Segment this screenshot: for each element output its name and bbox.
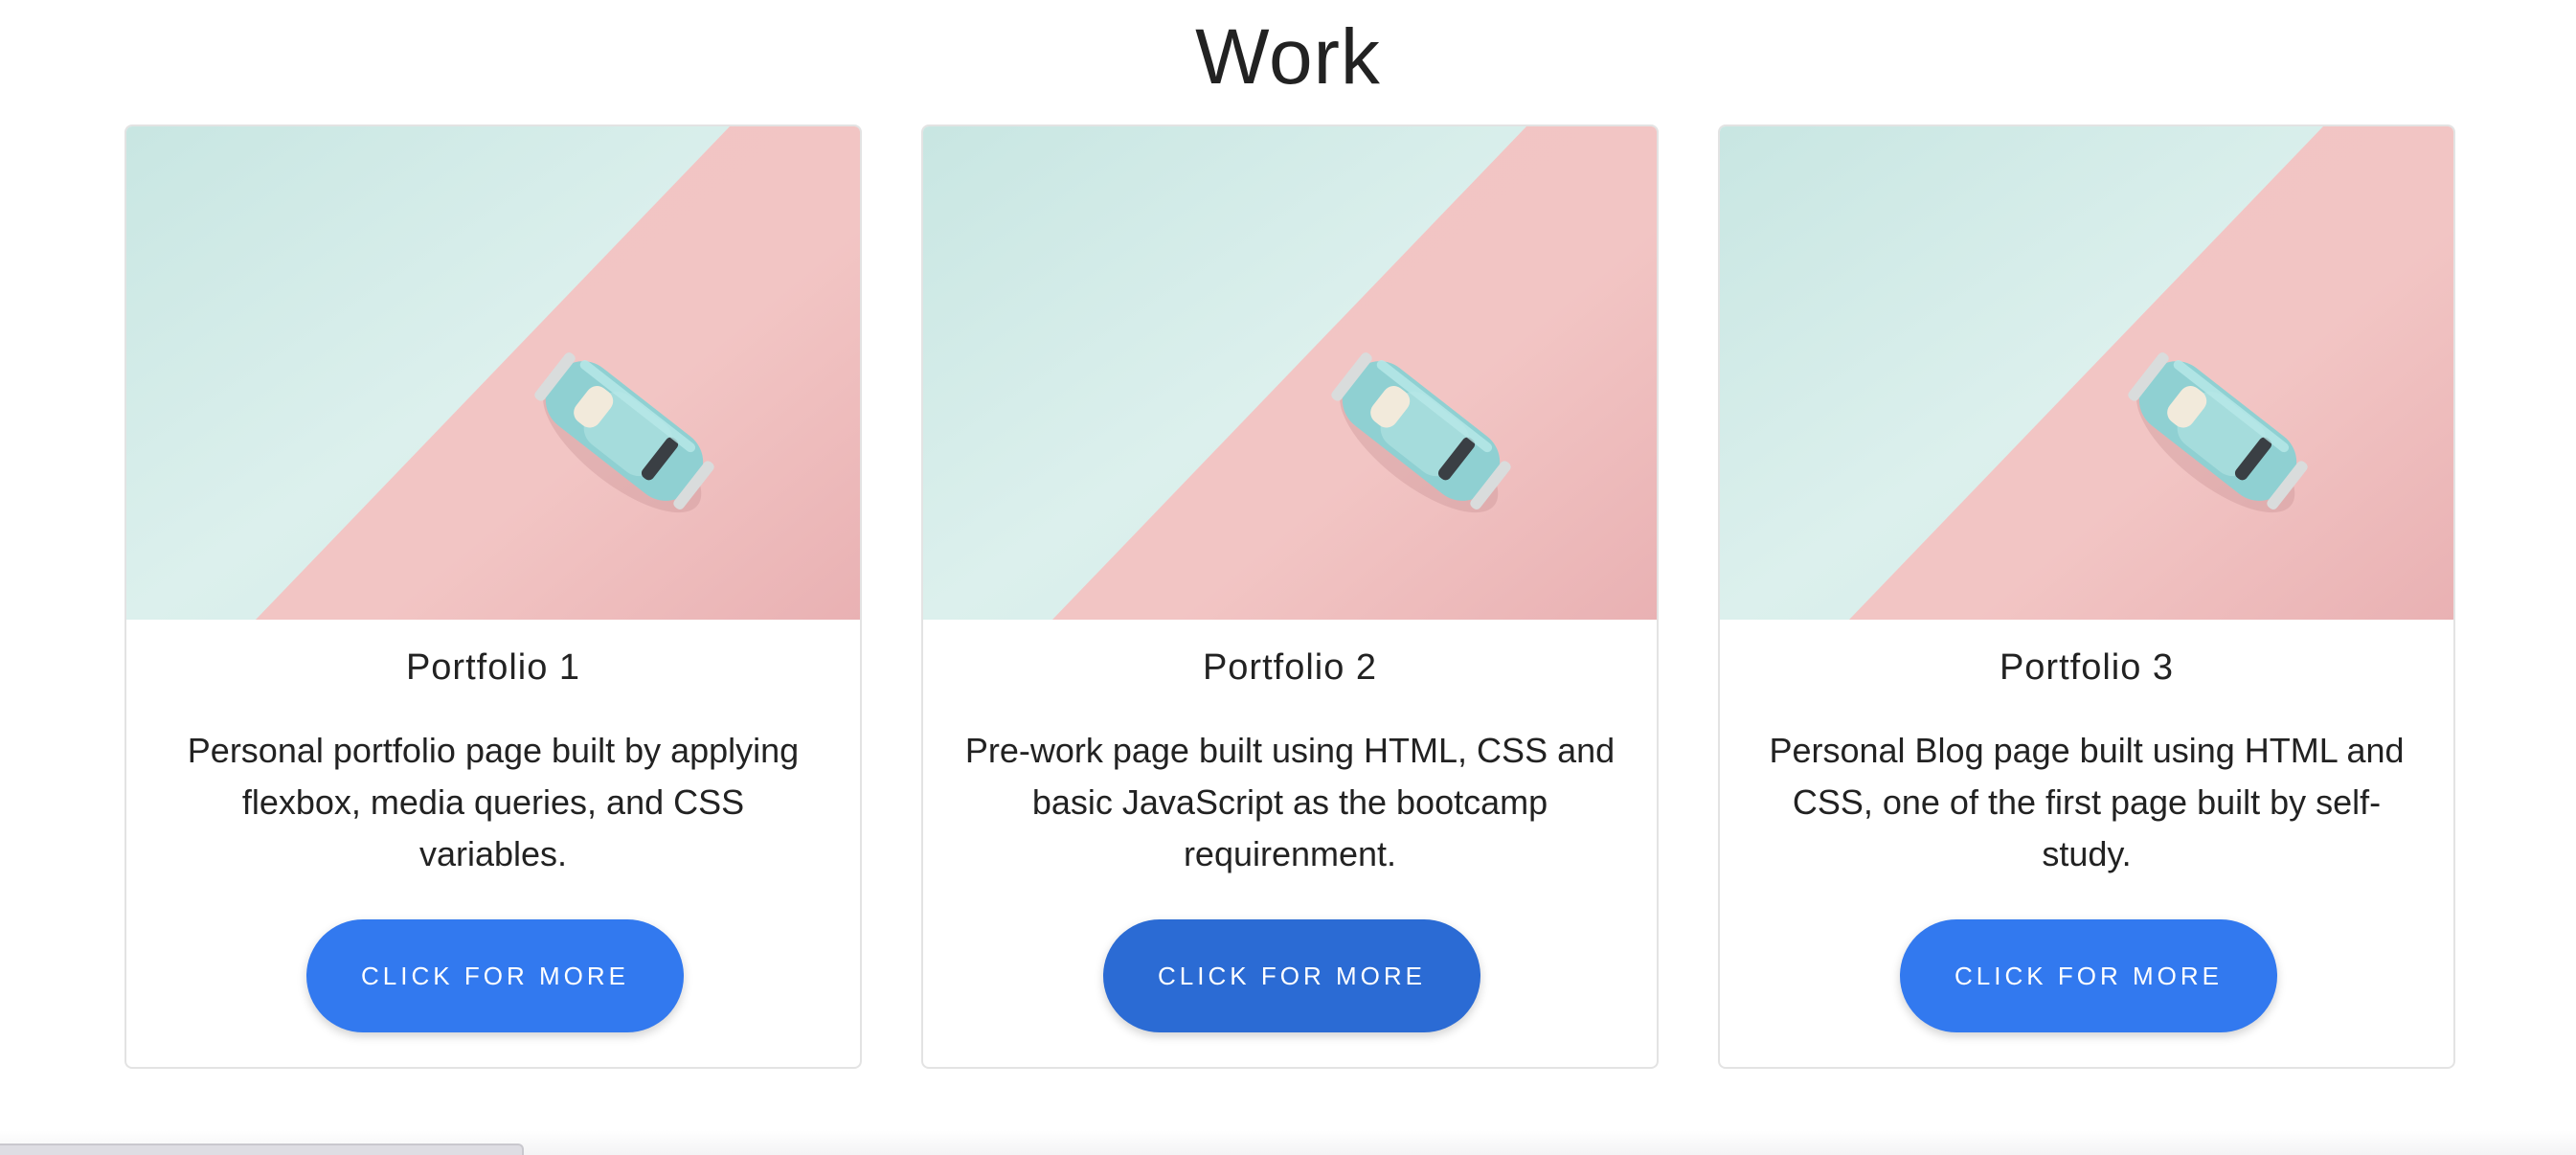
portfolio-card: Portfolio 2 Pre-work page built using HT… [921,125,1659,1069]
card-description: Personal Blog page built using HTML and … [1769,731,2405,873]
card-description: Personal portfolio page built by applyin… [187,731,800,873]
toy-car-image [923,126,1657,620]
card-title: Portfolio 3 [1999,647,2175,688]
toy-car-image [1720,126,2453,620]
click-for-more-button[interactable]: CLICK FOR MORE [306,919,684,1032]
card-description: Pre-work page built using HTML, CSS and … [964,731,1616,873]
card-title: Portfolio 2 [1202,647,1378,688]
toy-car-image [126,126,860,620]
click-for-more-button[interactable]: CLICK FOR MORE [1900,919,2277,1032]
portfolio-card-list: Portfolio 1 Personal portfolio page buil… [124,125,2457,1071]
section-title: Work [1195,13,1381,101]
portfolio-card: Portfolio 1 Personal portfolio page buil… [124,125,862,1069]
portfolio-card: Portfolio 3 Personal Blog page built usi… [1718,125,2455,1069]
browser-status-bar [0,1144,524,1155]
work-page: Work Portfolio 1 Personal portfolio page… [0,0,2576,1155]
card-title: Portfolio 1 [405,647,581,688]
click-for-more-button[interactable]: CLICK FOR MORE [1103,919,1480,1032]
